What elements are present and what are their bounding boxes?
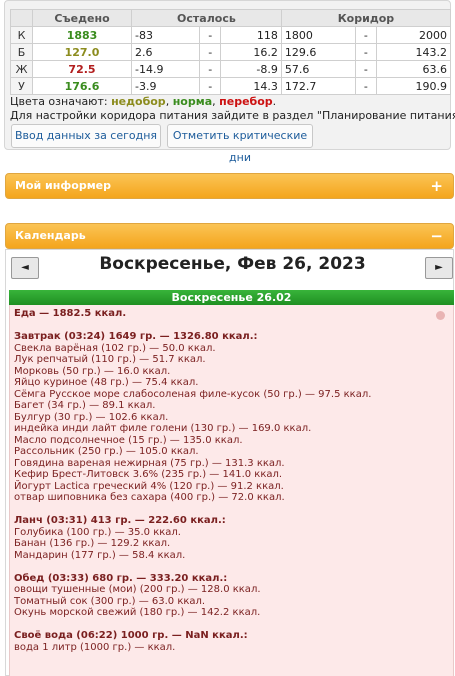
meal-header: Обед (03:33) 680 гр. — 333.20 ккал.: bbox=[14, 572, 228, 584]
remaining-to: 118 bbox=[220, 26, 282, 44]
day-header: Воскресенье 26.02 bbox=[9, 290, 454, 305]
food-item: Голубика (100 гр.) — 35.0 ккал. bbox=[14, 526, 181, 538]
table-row: Б 127.0 2.6-16.2 129.6-143.2 bbox=[10, 43, 452, 61]
table-header-row: Съедено Осталось Коридор bbox=[10, 9, 452, 27]
remaining-to: 16.2 bbox=[220, 43, 282, 61]
meal-header: Ланч (03:31) 413 гр. — 222.60 ккал.: bbox=[14, 515, 226, 526]
corridor-from: 1800 bbox=[280, 26, 356, 44]
food-item: Кефир Брест-Литовск 3.6% (235 гр.) — 141… bbox=[14, 469, 283, 480]
row-label: К bbox=[10, 26, 33, 44]
remaining-from: 2.6 bbox=[130, 43, 201, 61]
corridor-from: 129.6 bbox=[280, 43, 356, 61]
food-item: Окунь морской свежий (180 гр.) — 142.2 к… bbox=[14, 607, 261, 618]
dash: - bbox=[199, 60, 222, 78]
food-item: Масло подсолнечное (15 гр.) — 135.0 ккал… bbox=[14, 434, 243, 446]
food-item: Мандарин (177 гр.) — 58.4 ккал. bbox=[14, 549, 186, 561]
food-item: Банан (136 гр.) — 129.2 ккал. bbox=[14, 538, 171, 549]
corridor-from: 172.7 bbox=[280, 77, 356, 95]
corridor-to: 190.9 bbox=[375, 77, 452, 95]
food-item: Багет (34 гр.) — 89.1 ккал. bbox=[14, 400, 156, 411]
eaten-value: 1883 bbox=[32, 26, 132, 44]
calendar-date-title: Воскресенье, Фев 26, 2023 bbox=[99, 254, 366, 274]
dash: - bbox=[199, 77, 222, 95]
legend-under: недобор bbox=[111, 95, 166, 108]
remaining-to: 14.3 bbox=[220, 77, 282, 95]
dash: - bbox=[199, 43, 222, 61]
food-item: Томатный сок (300 гр.) — 63.0 ккал. bbox=[14, 595, 206, 607]
food-lines: Еда — 1882.5 ккал. Завтрак (03:24) 1649 г… bbox=[14, 308, 371, 653]
table-row: К 1883 -83-118 1800-2000 bbox=[10, 26, 452, 44]
dash: - bbox=[354, 43, 377, 61]
legend-over: перебор bbox=[219, 95, 273, 108]
row-label: Ж bbox=[10, 60, 33, 78]
meal-header: Завтрак (03:24) 1649 гр. — 1326.80 ккал.… bbox=[14, 331, 258, 342]
table-row: У 176.6 -3.9-14.3 172.7-190.9 bbox=[10, 77, 452, 95]
header-eaten: Съедено bbox=[32, 9, 132, 27]
meal-header: Своё вода (06:22) 1000 гр. — NaN ккал.: bbox=[14, 630, 248, 641]
corridor-to: 143.2 bbox=[375, 43, 452, 61]
remaining-to: -8.9 bbox=[220, 60, 282, 78]
dash: - bbox=[354, 77, 377, 95]
enter-today-button[interactable]: Ввод данных за сегодня bbox=[11, 124, 161, 148]
expand-icon[interactable]: + bbox=[430, 174, 443, 198]
food-item: Йогурт Lactica греческий 4% (120 гр.) — … bbox=[14, 480, 284, 492]
corridor-to: 63.6 bbox=[375, 60, 452, 78]
informer-panel-header[interactable]: Мой информер + bbox=[5, 173, 454, 199]
food-item: Морковь (50 гр.) — 16.0 ккал. bbox=[14, 365, 171, 377]
nutrition-summary-table: Съедено Осталось Коридор К 1883 -83-118 180… bbox=[10, 9, 452, 95]
legend-norm: норма bbox=[172, 95, 213, 108]
remaining-from: -83 bbox=[130, 26, 201, 44]
row-label: У bbox=[10, 77, 33, 95]
informer-title: Мой информер bbox=[15, 179, 112, 192]
food-item: Рассольник (250 гр.) — 105.0 ккал. bbox=[14, 446, 199, 457]
food-item: Сёмга Русское море слабосоленая филе-кус… bbox=[14, 388, 372, 400]
food-item: Яйцо куриное (48 гр.) — 75.4 ккал. bbox=[14, 377, 199, 388]
food-item: индейка инди лайт филе голени (130 гр.) … bbox=[14, 423, 312, 434]
eaten-value: 72.5 bbox=[32, 60, 132, 78]
eaten-value: 176.6 bbox=[32, 77, 132, 95]
toggle-dot-icon[interactable] bbox=[436, 311, 445, 320]
header-remaining: Осталось bbox=[131, 9, 282, 27]
dash: - bbox=[199, 26, 222, 44]
row-label: Б bbox=[10, 43, 33, 61]
calendar-panel-header[interactable]: Календарь − bbox=[5, 223, 454, 249]
dash: - bbox=[354, 26, 377, 44]
corridor-to: 2000 bbox=[375, 26, 452, 44]
table-row: Ж 72.5 -14.9- -8.9 57.6-63.6 bbox=[10, 60, 452, 78]
prev-day-button[interactable]: ◄ bbox=[11, 257, 39, 279]
food-item: Свекла варёная (102 гр.) — 50.0 ккал. bbox=[14, 342, 216, 354]
eaten-value: 127.0 bbox=[32, 43, 132, 61]
food-item: Булгур (30 гр.) — 102.6 ккал. bbox=[14, 411, 169, 423]
food-item: вода 1 литр (1000 гр.) — ккал. bbox=[14, 641, 176, 653]
food-item: отвар шиповника без сахара (400 гр.) — 7… bbox=[14, 492, 285, 503]
remaining-from: -14.9 bbox=[130, 60, 201, 78]
color-legend: Цвета означают: недобор, норма, перебор. bbox=[10, 95, 277, 108]
food-item: овощи тушенные (мои) (200 гр.) — 128.0 к… bbox=[14, 584, 261, 595]
calendar-title: Календарь bbox=[15, 229, 86, 242]
corridor-from: 57.6 bbox=[280, 60, 356, 78]
dash: - bbox=[354, 60, 377, 78]
mark-critical-days-button[interactable]: Отметить критические дни bbox=[167, 124, 313, 164]
collapse-icon[interactable]: − bbox=[430, 224, 443, 248]
summary-box: Съедено Осталось Коридор К 1883 -83-118 180… bbox=[4, 0, 455, 164]
header-corridor: Коридор bbox=[280, 9, 452, 27]
food-item: Лук репчатый (110 гр.) — 51.7 ккал. bbox=[14, 354, 206, 365]
corridor-hint: Для настройки коридора питания зайдите в… bbox=[10, 109, 455, 122]
food-item: Говядина вареная нежирная (75 гр.) — 131… bbox=[14, 457, 285, 469]
meal-header: Еда — 1882.5 ккал. bbox=[14, 308, 127, 319]
remaining-from: -3.9 bbox=[130, 77, 201, 95]
next-day-button[interactable]: ► bbox=[425, 257, 453, 279]
day-food-log: Еда — 1882.5 ккал. Завтрак (03:24) 1649 г… bbox=[9, 305, 454, 676]
